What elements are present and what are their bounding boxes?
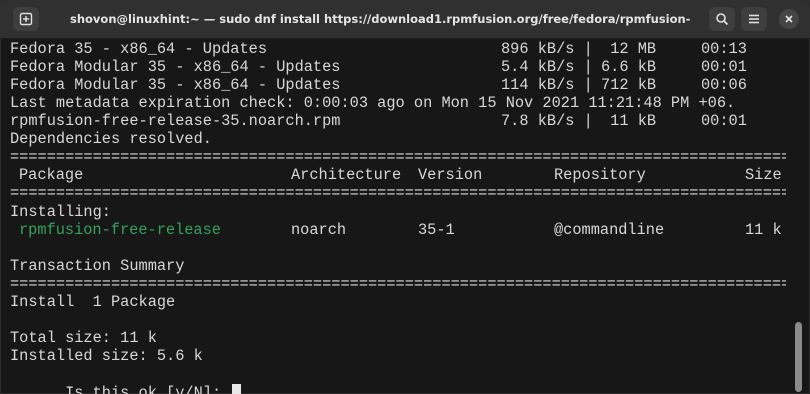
terminal-window: shovon@linuxhint:~ — sudo dnf install ht… xyxy=(0,0,810,394)
repo-line: Fedora Modular 35 - x86_64 - Updates 114… xyxy=(10,76,747,94)
repo-size: 712 kB xyxy=(601,76,657,94)
package-name: rpmfusion-free-release xyxy=(19,221,221,239)
transaction-summary: Transaction Summary xyxy=(10,257,185,275)
repo-time: 00:06 xyxy=(701,76,747,94)
installing-section: Installing: xyxy=(10,203,111,221)
window-title: shovon@linuxhint:~ — sudo dnf install ht… xyxy=(70,12,690,26)
repo-time: 00:13 xyxy=(701,40,747,58)
close-button[interactable] xyxy=(779,9,799,29)
package-architecture: noarch xyxy=(291,221,347,239)
metadata-line: Last metadata expiration check: 0:00:03 … xyxy=(10,94,736,112)
rpm-time: 00:01 xyxy=(701,112,747,130)
repo-line: Fedora 35 - x86_64 - Updates 896 kB/s | … xyxy=(10,40,747,58)
install-count: Install 1 Package xyxy=(10,293,176,311)
repo-name: Fedora 35 - x86_64 - Updates xyxy=(10,40,268,58)
new-tab-icon xyxy=(19,12,33,26)
menu-button[interactable] xyxy=(741,7,767,31)
header-package: Package xyxy=(19,166,84,184)
separator-rule: ========================================… xyxy=(10,275,786,293)
repo-name: Fedora Modular 35 - x86_64 - Updates xyxy=(10,58,341,76)
terminal-output[interactable]: Fedora 35 - x86_64 - Updates 896 kB/s | … xyxy=(10,39,790,394)
new-tab-button[interactable] xyxy=(13,7,39,31)
text-cursor xyxy=(232,384,242,394)
header-architecture: Architecture xyxy=(291,166,402,184)
header-version: Version xyxy=(418,166,483,184)
installed-size: Installed size: 5.6 k xyxy=(10,347,203,365)
separator-rule: ========================================… xyxy=(10,184,786,202)
rpm-download-line: rpmfusion-free-release-35.noarch.rpm 7.8… xyxy=(10,112,747,130)
table-header: Package Architecture Version Repository … xyxy=(10,166,782,184)
header-repository: Repository xyxy=(554,166,646,184)
repo-speed: 896 kB/s | xyxy=(501,40,593,58)
search-button[interactable] xyxy=(709,7,735,31)
repo-size: 12 MB xyxy=(601,40,657,58)
rpm-speed: 7.8 kB/s | xyxy=(501,112,593,130)
package-repository: @commandline xyxy=(554,221,665,239)
repo-size: 6.6 kB xyxy=(601,58,657,76)
repo-speed: 5.4 kB/s | xyxy=(501,58,593,76)
confirm-prompt[interactable]: Is this ok [y/N]: xyxy=(10,366,242,394)
rpm-name: rpmfusion-free-release-35.noarch.rpm xyxy=(10,112,341,130)
repo-name: Fedora Modular 35 - x86_64 - Updates xyxy=(10,76,341,94)
repo-line: Fedora Modular 35 - x86_64 - Updates 5.4… xyxy=(10,58,747,76)
title-bar: shovon@linuxhint:~ — sudo dnf install ht… xyxy=(0,0,810,39)
scrollbar-thumb[interactable] xyxy=(795,322,802,392)
total-size: Total size: 11 k xyxy=(10,329,157,347)
package-version: 35-1 xyxy=(418,221,455,239)
header-size: Size xyxy=(745,166,782,184)
dependencies-resolved: Dependencies resolved. xyxy=(10,130,212,148)
rpm-size: 11 kB xyxy=(601,112,657,130)
repo-time: 00:01 xyxy=(701,58,747,76)
close-icon xyxy=(785,15,793,23)
table-row: rpmfusion-free-release noarch 35-1 @comm… xyxy=(10,221,782,239)
repo-speed: 114 kB/s | xyxy=(501,76,593,94)
hamburger-menu-icon xyxy=(749,14,759,24)
prompt-text: Is this ok [y/N]: xyxy=(65,384,231,394)
separator-rule: ========================================… xyxy=(10,148,786,166)
search-icon xyxy=(716,13,729,26)
package-size: 11 k xyxy=(745,221,782,239)
